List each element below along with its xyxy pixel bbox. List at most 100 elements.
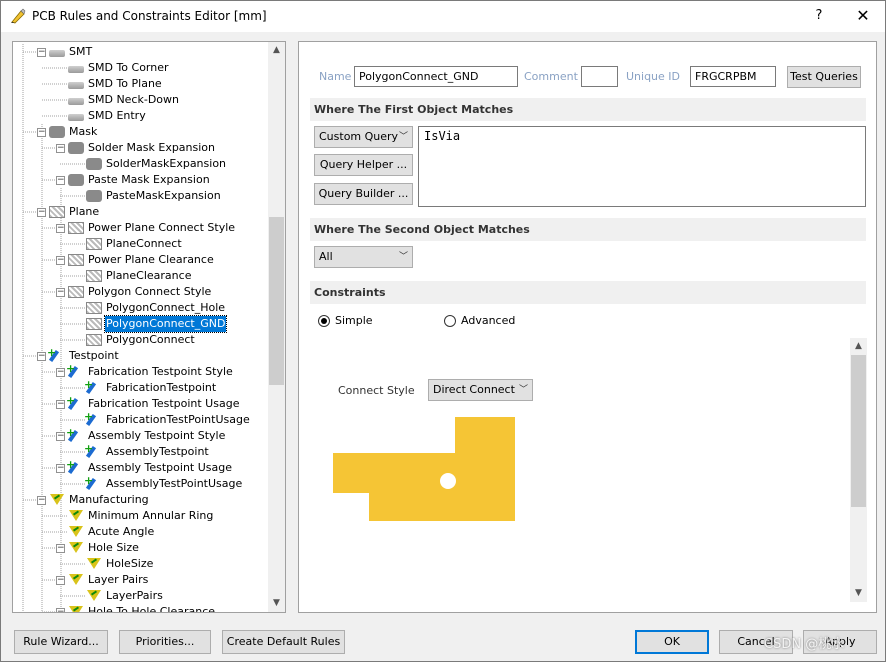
smt-icon — [49, 49, 65, 57]
rule-wizard-button[interactable]: Rule Wizard... — [14, 630, 108, 654]
priorities-button[interactable]: Priorities... — [119, 630, 211, 654]
mask-icon — [68, 142, 84, 154]
tree-scrollbar[interactable]: ▲ ▼ — [268, 42, 285, 612]
tree-item[interactable]: PolygonConnect_GND — [86, 315, 228, 333]
tree-item[interactable]: − Assembly Testpoint Usage — [56, 457, 233, 476]
comment-field[interactable] — [581, 66, 618, 87]
tree-item[interactable]: − Plane — [37, 204, 100, 220]
manufacturing-icon — [68, 542, 84, 554]
tree-item[interactable]: PlaneConnect — [86, 236, 183, 252]
tree-item[interactable]: SMD To Plane — [68, 76, 163, 92]
tree-item-label: SMD Neck-Down — [88, 93, 179, 106]
tree-item-label: PolygonConnect_GND — [103, 315, 228, 333]
tree-item[interactable]: − Assembly Testpoint Style — [56, 425, 226, 444]
tree-item[interactable]: SMD Entry — [68, 108, 147, 124]
tree-item[interactable]: PlaneClearance — [86, 268, 192, 284]
tree-scroll-thumb[interactable] — [269, 217, 284, 385]
collapse-toggle-icon[interactable]: − — [56, 367, 65, 377]
test-queries-button[interactable]: Test Queries — [787, 66, 861, 88]
collapse-toggle-icon[interactable]: − — [56, 223, 65, 233]
scroll-down-arrow-icon[interactable]: ▼ — [268, 595, 285, 612]
collapse-toggle-icon[interactable]: − — [37, 127, 46, 137]
tree-item-label: Assembly Testpoint Usage — [88, 461, 232, 474]
tree-item[interactable]: PolygonConnect — [86, 332, 196, 348]
tree-item[interactable]: Minimum Annular Ring — [68, 508, 214, 524]
tree-item[interactable]: FabricationTestpoint — [84, 377, 217, 396]
collapse-toggle-icon[interactable]: − — [56, 463, 65, 473]
tree-item[interactable]: − Paste Mask Expansion — [56, 172, 211, 188]
tree-item[interactable]: − Solder Mask Expansion — [56, 140, 216, 156]
tree-item-label: Polygon Connect Style — [88, 285, 212, 298]
collapse-toggle-icon[interactable]: − — [56, 399, 65, 409]
tree-item[interactable]: LayerPairs — [86, 588, 164, 604]
collapse-toggle-icon[interactable]: − — [56, 607, 65, 612]
second-match-mode-select[interactable]: All ﹀ — [314, 246, 413, 268]
window-title: PCB Rules and Constraints Editor [mm] — [32, 9, 267, 23]
rules-editor-icon — [11, 8, 26, 24]
tree-item[interactable]: − Power Plane Connect Style — [56, 220, 236, 236]
mask-icon — [49, 126, 65, 138]
tree-item[interactable]: − Mask — [37, 124, 98, 140]
tree-item[interactable]: − Power Plane Clearance — [56, 252, 215, 268]
comment-label: Comment — [524, 70, 578, 83]
name-field[interactable]: PolygonConnect_GND — [354, 66, 518, 87]
ok-button[interactable]: OK — [635, 630, 709, 654]
first-match-mode-select[interactable]: Custom Query ﹀ — [314, 126, 413, 148]
close-button[interactable]: ✕ — [849, 5, 877, 27]
plane-icon — [86, 334, 102, 346]
tree-item[interactable]: − SMT — [37, 44, 93, 60]
collapse-toggle-icon[interactable]: − — [37, 351, 46, 361]
simple-radio[interactable]: Simple — [318, 314, 373, 327]
tree-item[interactable]: HoleSize — [86, 556, 154, 572]
tree-item-label: Minimum Annular Ring — [88, 509, 214, 522]
rules-tree[interactable]: − SMT SMD To Corner SMD To Plane SMD Neck-Do… — [12, 41, 286, 613]
tree-item[interactable]: FabricationTestPointUsage — [84, 409, 251, 428]
tree-item[interactable]: − Hole Size — [56, 540, 140, 556]
query-helper-button[interactable]: Query Helper ... — [314, 154, 413, 176]
collapse-toggle-icon[interactable]: − — [56, 431, 65, 441]
scroll-up-arrow-icon[interactable]: ▲ — [850, 338, 867, 355]
rules-editor-window: PCB Rules and Constraints Editor [mm] ? … — [0, 0, 886, 662]
testpoint-icon — [66, 457, 84, 474]
tree-item[interactable]: SMD Neck-Down — [68, 92, 180, 108]
tree-item[interactable]: AssemblyTestPointUsage — [84, 473, 243, 492]
first-match-query-editor[interactable]: IsVia — [418, 126, 866, 207]
connect-style-select[interactable]: Direct Connect ﹀ — [428, 379, 533, 401]
collapse-toggle-icon[interactable]: − — [56, 255, 65, 265]
collapse-toggle-icon[interactable]: − — [37, 495, 46, 505]
create-default-rules-button[interactable]: Create Default Rules — [222, 630, 345, 654]
tree-item[interactable]: Acute Angle — [68, 524, 155, 540]
tree-item[interactable]: PasteMaskExpansion — [86, 188, 222, 204]
collapse-toggle-icon[interactable]: − — [56, 143, 65, 153]
tree-item[interactable]: AssemblyTestpoint — [84, 441, 210, 460]
mask-icon — [86, 158, 102, 170]
tree-item[interactable]: SMD To Corner — [68, 60, 170, 76]
tree-item[interactable]: PolygonConnect_Hole — [86, 300, 226, 316]
constraints-header: Constraints — [310, 281, 866, 304]
unique-id-field[interactable]: FRGCRPBM — [690, 66, 776, 87]
tree-item[interactable]: − Polygon Connect Style — [56, 284, 212, 300]
collapse-toggle-icon[interactable]: − — [56, 287, 65, 297]
collapse-toggle-icon[interactable]: − — [37, 47, 46, 57]
collapse-toggle-icon[interactable]: − — [37, 207, 46, 217]
constraints-scrollbar[interactable]: ▲ ▼ — [850, 338, 867, 602]
tree-item[interactable]: − Hole To Hole Clearance — [56, 604, 216, 612]
query-builder-button[interactable]: Query Builder ... — [314, 183, 413, 205]
advanced-radio[interactable]: Advanced — [444, 314, 515, 327]
tree-item[interactable]: − Layer Pairs — [56, 572, 149, 588]
tree-item-label: PolygonConnect — [106, 333, 195, 346]
tree-item[interactable]: − Testpoint — [37, 345, 120, 364]
scroll-up-arrow-icon[interactable]: ▲ — [268, 42, 285, 59]
tree-item-label: Plane — [69, 205, 100, 218]
collapse-toggle-icon[interactable]: − — [56, 175, 65, 185]
constraints-scroll-thumb[interactable] — [851, 355, 866, 507]
tree-item[interactable]: − Fabrication Testpoint Style — [56, 361, 234, 380]
help-button[interactable]: ? — [807, 5, 831, 27]
collapse-toggle-icon[interactable]: − — [56, 543, 65, 553]
scroll-down-arrow-icon[interactable]: ▼ — [850, 585, 867, 602]
testpoint-icon — [66, 361, 84, 378]
collapse-toggle-icon[interactable]: − — [56, 575, 65, 585]
tree-item-label: Power Plane Connect Style — [88, 221, 236, 234]
tree-item[interactable]: SolderMaskExpansion — [86, 156, 227, 172]
tree-item[interactable]: − Manufacturing — [37, 492, 150, 508]
